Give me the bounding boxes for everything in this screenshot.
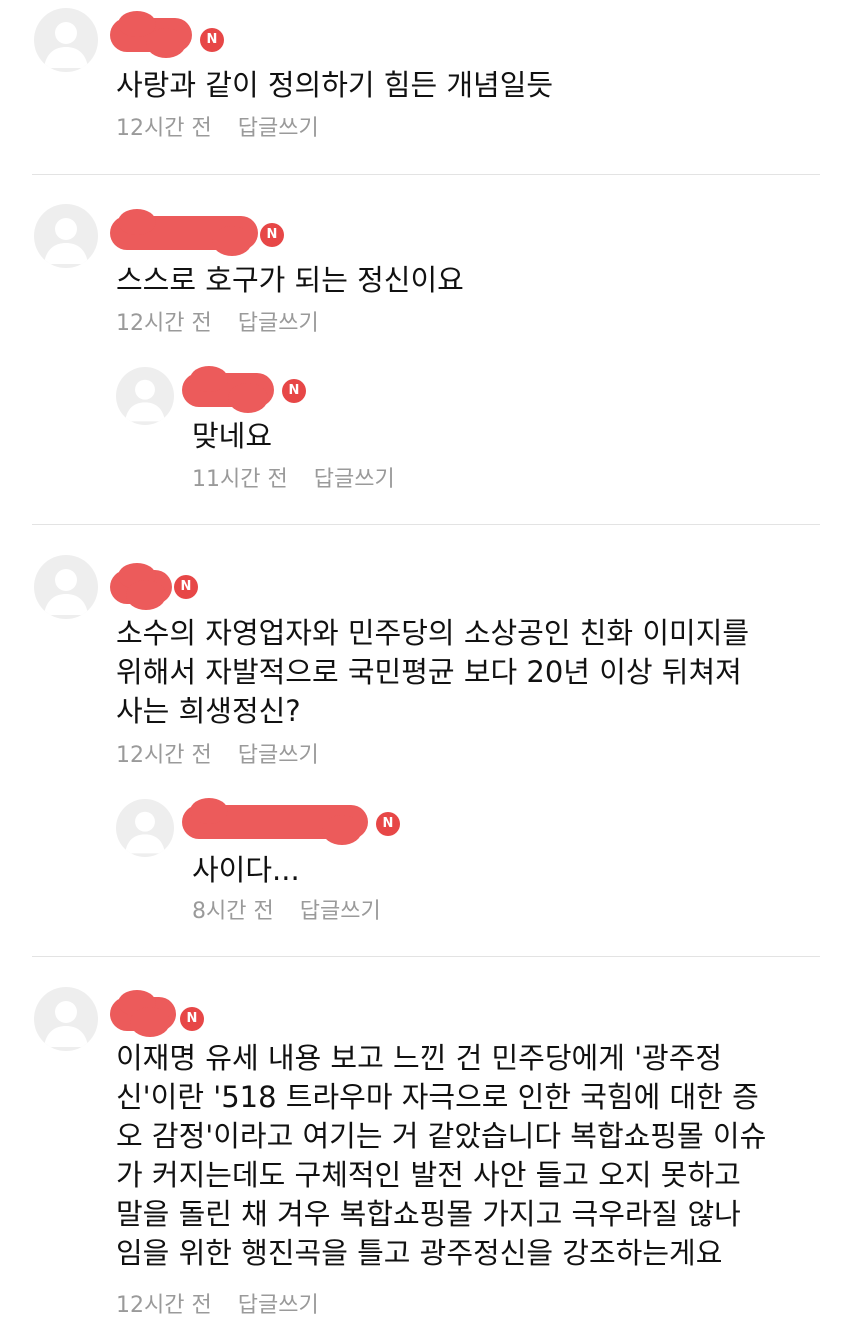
avatar[interactable] xyxy=(34,555,98,619)
reply-button[interactable]: 답글쓰기 xyxy=(314,467,395,492)
comment-meta: 12시간 전 답글쓰기 xyxy=(116,741,319,771)
reply-button[interactable]: 답글쓰기 xyxy=(238,116,319,141)
nickname-redacted[interactable] xyxy=(110,990,176,1037)
reply-button[interactable]: 답글쓰기 xyxy=(238,1293,319,1318)
avatar[interactable] xyxy=(116,799,174,857)
comment-time: 12시간 전 xyxy=(116,743,212,768)
comment-time: 12시간 전 xyxy=(116,116,212,141)
reply-time: 8시간 전 xyxy=(192,899,274,924)
new-badge-icon: N xyxy=(260,223,284,247)
nickname-redacted[interactable] xyxy=(110,209,258,256)
reply-button[interactable]: 답글쓰기 xyxy=(238,311,319,336)
default-avatar-icon xyxy=(125,379,165,422)
comment: N 이재명 유세 내용 보고 느낀 건 민주당에게 '광주정 신'이란 '518… xyxy=(0,957,850,1338)
comment-time: 12시간 전 xyxy=(116,1293,212,1318)
default-avatar-icon xyxy=(44,569,88,615)
comment: N 소수의 자영업자와 민주당의 소상공인 친화 이미지를 위해서 자발적으로 … xyxy=(0,525,850,957)
comment-text: 스스로 호구가 되는 정신이요 xyxy=(116,263,464,297)
nickname-redacted[interactable] xyxy=(110,563,172,610)
new-badge-icon: N xyxy=(282,379,306,403)
default-avatar-icon xyxy=(44,22,88,68)
reply-meta: 11시간 전 답글쓰기 xyxy=(192,465,395,495)
new-badge-icon: N xyxy=(376,812,400,836)
avatar[interactable] xyxy=(116,367,174,425)
nickname-redacted[interactable] xyxy=(182,366,274,413)
new-badge-icon: N xyxy=(174,575,198,599)
reply-text: 맞네요 xyxy=(192,419,273,453)
reply-time: 11시간 전 xyxy=(192,467,288,492)
default-avatar-icon xyxy=(44,1001,88,1047)
comment-time: 12시간 전 xyxy=(116,311,212,336)
comment-text: 이재명 유세 내용 보고 느낀 건 민주당에게 '광주정 신'이란 '518 트… xyxy=(116,1041,767,1270)
nickname-redacted[interactable] xyxy=(182,798,368,845)
new-badge-icon: N xyxy=(180,1007,204,1031)
reply-button[interactable]: 답글쓰기 xyxy=(238,743,319,768)
reply-meta: 8시간 전 답글쓰기 xyxy=(192,897,381,927)
comment-text: 사랑과 같이 정의하기 힘든 개념일듯 xyxy=(116,68,554,102)
comment: N 스스로 호구가 되는 정신이요 12시간 전 답글쓰기 N 맞네요 11시간 … xyxy=(0,175,850,525)
comment: N 사랑과 같이 정의하기 힘든 개념일듯 12시간 전 답글쓰기 xyxy=(0,0,850,174)
comment-meta: 12시간 전 답글쓰기 xyxy=(116,1291,319,1321)
reply-text: 사이다... xyxy=(192,853,300,887)
reply-button[interactable]: 답글쓰기 xyxy=(300,899,381,924)
default-avatar-icon xyxy=(125,811,165,854)
avatar[interactable] xyxy=(34,8,98,72)
nickname-redacted[interactable] xyxy=(110,11,192,58)
avatar[interactable] xyxy=(34,204,98,268)
comment-meta: 12시간 전 답글쓰기 xyxy=(116,309,319,339)
avatar[interactable] xyxy=(34,987,98,1051)
new-badge-icon: N xyxy=(200,28,224,52)
comment-text: 소수의 자영업자와 민주당의 소상공인 친화 이미지를 위해서 자발적으로 국민… xyxy=(116,616,750,728)
default-avatar-icon xyxy=(44,218,88,264)
comment-meta: 12시간 전 답글쓰기 xyxy=(116,114,319,144)
